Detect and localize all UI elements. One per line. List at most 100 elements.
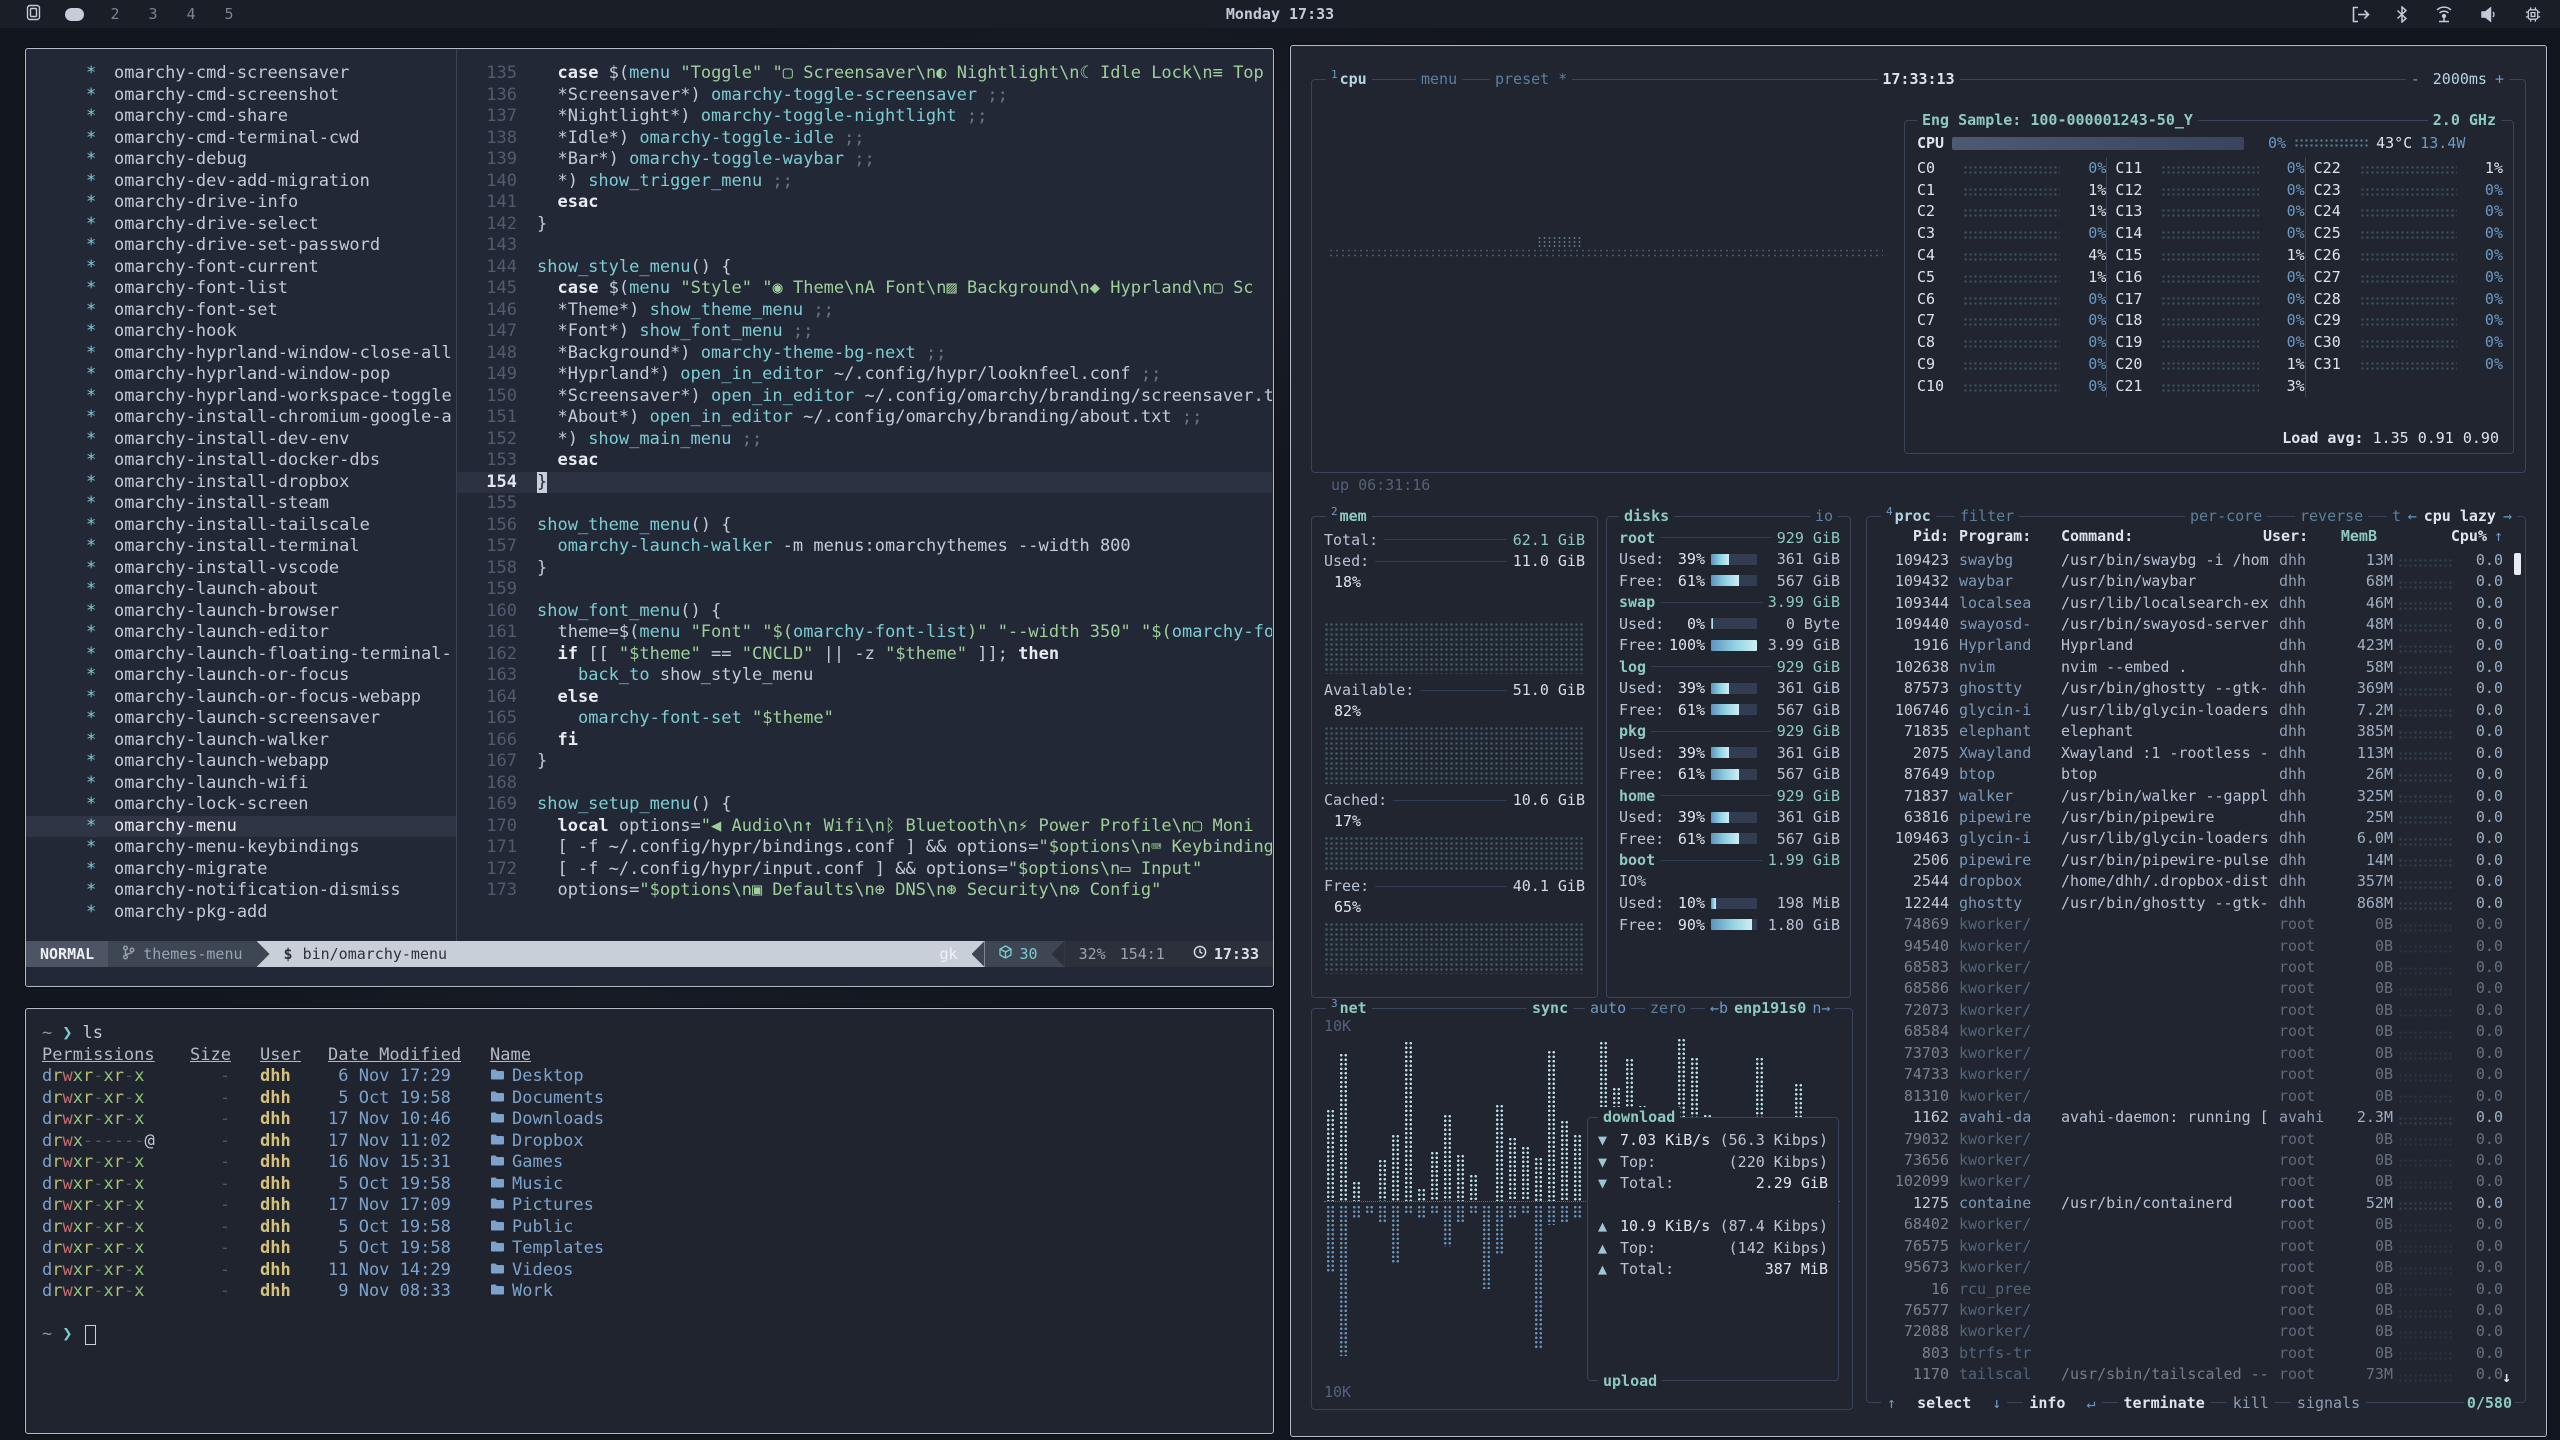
process-row[interactable]: 95673kworker/root0B0.0: [1877, 1256, 2503, 1277]
process-row[interactable]: 87573ghostty/usr/bin/ghostty --gtk-dhh36…: [1877, 678, 2503, 699]
process-row[interactable]: 76575kworker/root0B0.0: [1877, 1235, 2503, 1256]
io-mode-toggle[interactable]: io: [1810, 506, 1838, 526]
sidebar-file[interactable]: *omarchy-install-steam: [26, 493, 456, 515]
workspace-2[interactable]: 2: [108, 5, 122, 23]
kill-action[interactable]: kill: [2227, 1393, 2275, 1413]
process-row[interactable]: 94540kworker/root0B0.0: [1877, 935, 2503, 956]
logout-icon[interactable]: [2351, 6, 2370, 23]
process-panel-title[interactable]: 4proc: [1881, 506, 1936, 526]
prompt-line-current[interactable]: ~ ❯: [42, 1324, 1273, 1346]
volume-icon[interactable]: [2480, 6, 2498, 23]
process-row[interactable]: 109423swaybg/usr/bin/swaybg -i /homdhh13…: [1877, 549, 2503, 570]
sidebar-file[interactable]: *omarchy-migrate: [26, 859, 456, 881]
process-row[interactable]: 1170tailscal/usr/sbin/tailscaled --root7…: [1877, 1364, 2503, 1385]
process-row[interactable]: 68583kworker/root0B0.0: [1877, 956, 2503, 977]
sidebar-file[interactable]: *omarchy-cmd-share: [26, 106, 456, 128]
reverse-toggle[interactable]: reverse: [2295, 506, 2368, 526]
scroll-down-indicator[interactable]: ↓: [2502, 1368, 2511, 1386]
sidebar-file[interactable]: *omarchy-pkg-add: [26, 902, 456, 924]
process-row[interactable]: 71835elephantelephantdhh385M0.0: [1877, 721, 2503, 742]
process-row[interactable]: 74869kworker/root0B0.0: [1877, 913, 2503, 934]
net-interface-switcher[interactable]: ←benp191s0n→: [1705, 998, 1835, 1018]
filter-button[interactable]: filter: [1955, 506, 2019, 526]
process-row[interactable]: 73656kworker/root0B0.0: [1877, 1149, 2503, 1170]
sidebar-file[interactable]: *omarchy-cmd-screensaver: [26, 63, 456, 85]
sidebar-file[interactable]: *omarchy-menu: [26, 816, 456, 838]
net-zero-toggle[interactable]: zero: [1645, 998, 1691, 1018]
sidebar-file[interactable]: *omarchy-install-dropbox: [26, 472, 456, 494]
process-row[interactable]: 102638nvimnvim --embed .dhh58M0.0: [1877, 656, 2503, 677]
sidebar-file[interactable]: *omarchy-hyprland-window-close-all: [26, 343, 456, 365]
sidebar-file[interactable]: *omarchy-launch-about: [26, 579, 456, 601]
sidebar-file[interactable]: *omarchy-cmd-terminal-cwd: [26, 128, 456, 150]
cpu-panel-title[interactable]: 1cpu: [1326, 69, 1372, 89]
process-row[interactable]: 109440swayosd-/usr/bin/swayosd-serverdhh…: [1877, 613, 2503, 634]
per-core-toggle[interactable]: per-core: [2185, 506, 2267, 526]
process-row[interactable]: 2544dropbox/home/dhh/.dropbox-distdhh357…: [1877, 871, 2503, 892]
sidebar-file[interactable]: *omarchy-install-dev-env: [26, 429, 456, 451]
code-editor[interactable]: 135 case $(menu "Toggle" "▢ Screensaver\…: [457, 63, 1272, 941]
sidebar-file[interactable]: *omarchy-menu-keybindings: [26, 837, 456, 859]
process-row[interactable]: 12244ghostty/usr/bin/ghostty --gtk-dhh86…: [1877, 892, 2503, 913]
sidebar-file[interactable]: *omarchy-launch-screensaver: [26, 708, 456, 730]
menu-button[interactable]: menu: [1416, 69, 1462, 89]
memory-panel-title[interactable]: 2mem: [1326, 506, 1372, 526]
signals-action[interactable]: signals: [2291, 1393, 2366, 1413]
sidebar-file[interactable]: *omarchy-hyprland-window-pop: [26, 364, 456, 386]
process-row[interactable]: 68584kworker/root0B0.0: [1877, 1021, 2503, 1042]
process-row[interactable]: 109463glycin-i/usr/lib/glycin-loadersdhh…: [1877, 828, 2503, 849]
sidebar-file[interactable]: *omarchy-launch-editor: [26, 622, 456, 644]
process-scrollbar[interactable]: [2514, 553, 2521, 575]
wifi-icon[interactable]: [2434, 6, 2454, 23]
workspace-5[interactable]: 5: [222, 5, 236, 23]
workspace-4[interactable]: 4: [184, 5, 198, 23]
process-row[interactable]: 16rcu_preeroot0B0.0: [1877, 1278, 2503, 1299]
process-row[interactable]: 73703kworker/root0B0.0: [1877, 1042, 2503, 1063]
sidebar-file[interactable]: *omarchy-drive-set-password: [26, 235, 456, 257]
sidebar-file[interactable]: *omarchy-font-set: [26, 300, 456, 322]
process-table-header[interactable]: Pid: Program: Command: User: MemB Cpu% ↑: [1877, 525, 2503, 547]
sidebar-file[interactable]: *omarchy-install-docker-dbs: [26, 450, 456, 472]
process-row[interactable]: 74733kworker/root0B0.0: [1877, 1064, 2503, 1085]
terminate-action[interactable]: terminate: [2118, 1393, 2211, 1413]
sort-column-switcher[interactable]: ←cpu lazy→: [2403, 506, 2517, 526]
sidebar-file[interactable]: *omarchy-debug: [26, 149, 456, 171]
process-row[interactable]: 106746glycin-i/usr/lib/glycin-loadersdhh…: [1877, 699, 2503, 720]
bluetooth-icon[interactable]: [2396, 6, 2408, 23]
sidebar-file[interactable]: *omarchy-drive-info: [26, 192, 456, 214]
process-row[interactable]: 1916HyprlandHyprlanddhh423M0.0: [1877, 635, 2503, 656]
network-panel-title[interactable]: 3net: [1326, 998, 1372, 1018]
process-row[interactable]: 1275containe/usr/bin/containerdroot52M0.…: [1877, 1192, 2503, 1213]
sidebar-file[interactable]: *omarchy-install-tailscale: [26, 515, 456, 537]
process-row[interactable]: 72073kworker/root0B0.0: [1877, 999, 2503, 1020]
sidebar-file[interactable]: *omarchy-install-chromium-google-a: [26, 407, 456, 429]
net-auto-toggle[interactable]: auto: [1585, 998, 1631, 1018]
process-row[interactable]: 63816pipewire/usr/bin/pipewiredhh25M0.0: [1877, 806, 2503, 827]
workspace-1[interactable]: [65, 8, 84, 21]
sidebar-file[interactable]: *omarchy-hyprland-workspace-toggle: [26, 386, 456, 408]
process-row[interactable]: 68586kworker/root0B0.0: [1877, 978, 2503, 999]
sidebar-file[interactable]: *omarchy-launch-browser: [26, 601, 456, 623]
refresh-interval[interactable]: - 2000ms+: [2406, 69, 2509, 89]
sidebar-file[interactable]: *omarchy-install-terminal: [26, 536, 456, 558]
sidebar-file[interactable]: *omarchy-launch-or-focus: [26, 665, 456, 687]
process-row[interactable]: 102099kworker/root0B0.0: [1877, 1171, 2503, 1192]
net-sync-toggle[interactable]: sync: [1527, 998, 1573, 1018]
process-row[interactable]: 2506pipewire/usr/bin/pipewire-pulsedhh14…: [1877, 849, 2503, 870]
process-row[interactable]: 79032kworker/root0B0.0: [1877, 1128, 2503, 1149]
sidebar-file[interactable]: *omarchy-notification-dismiss: [26, 880, 456, 902]
process-row[interactable]: 803btrfs-trroot0B0.0: [1877, 1342, 2503, 1363]
process-row[interactable]: 81310kworker/root0B0.0: [1877, 1085, 2503, 1106]
process-row[interactable]: 87649btopbtopdhh26M0.0: [1877, 763, 2503, 784]
process-row[interactable]: 72088kworker/root0B0.0: [1877, 1321, 2503, 1342]
sidebar-file[interactable]: *omarchy-font-current: [26, 257, 456, 279]
sidebar-file[interactable]: *omarchy-cmd-screenshot: [26, 85, 456, 107]
preset-button[interactable]: preset *: [1490, 69, 1572, 89]
workspace-3[interactable]: 3: [146, 5, 160, 23]
process-row[interactable]: 2075XwaylandXwayland :1 -rootless -dhh11…: [1877, 742, 2503, 763]
sidebar-file[interactable]: *omarchy-hook: [26, 321, 456, 343]
process-row[interactable]: 109344localsea/usr/lib/localsearch-exdhh…: [1877, 592, 2503, 613]
process-row[interactable]: 71837walker/usr/bin/walker --gappldhh325…: [1877, 785, 2503, 806]
sidebar-file[interactable]: *omarchy-launch-walker: [26, 730, 456, 752]
process-row[interactable]: 109432waybar/usr/bin/waybardhh68M0.0: [1877, 570, 2503, 591]
